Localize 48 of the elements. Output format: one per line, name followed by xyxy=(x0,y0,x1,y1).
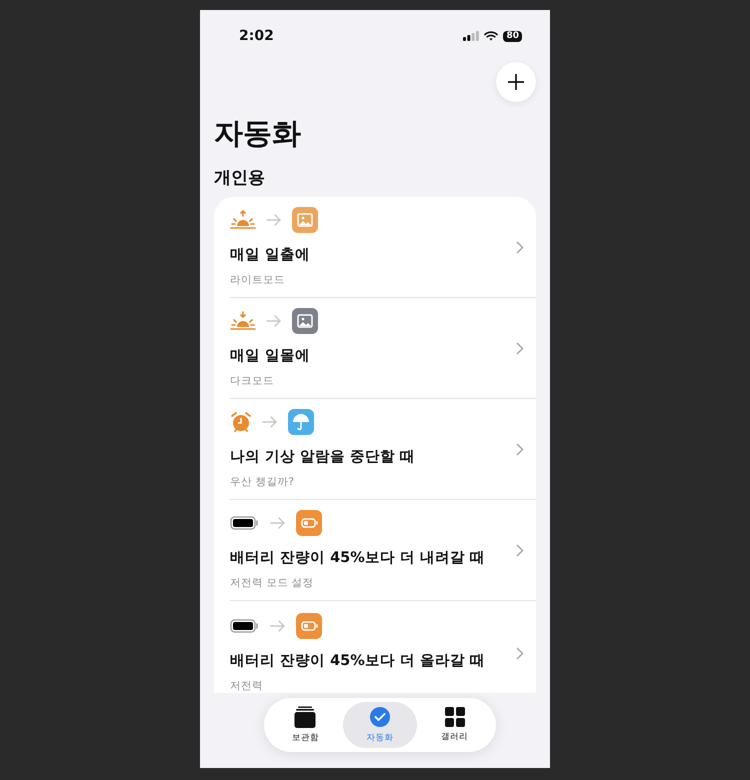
automation-subtitle: 다크모드 xyxy=(230,374,274,388)
chevron-right-icon[interactable] xyxy=(516,646,524,660)
automation-title: 매일 일몰에 xyxy=(230,347,312,365)
automation-row[interactable]: 나의 기상 알람을 중단할 때 우산 챙길까? xyxy=(214,399,536,500)
sunset-icon xyxy=(230,311,256,331)
chevron-right-icon[interactable] xyxy=(516,544,524,556)
automation-row[interactable]: 배터리 잔량이 45%보다 더 내려갈 때 저전력 모드 설정 xyxy=(214,500,536,601)
arrow-right-icon xyxy=(262,416,278,428)
umbrella-icon xyxy=(288,409,314,435)
automation-title: 배터리 잔량이 45%보다 더 내려갈 때 xyxy=(230,549,486,567)
sunrise-icon xyxy=(230,210,256,230)
automation-subtitle: 우산 챙길까? xyxy=(230,475,294,489)
battery-icon xyxy=(296,613,322,639)
automation-row[interactable]: 배터리 잔량이 45%보다 더 올라갈 때 저전력 xyxy=(214,601,536,693)
add-button[interactable] xyxy=(496,62,536,102)
grid-icon xyxy=(444,707,465,727)
page-title: 자동화 xyxy=(214,115,301,152)
plus-icon xyxy=(508,74,524,90)
stack-icon xyxy=(294,706,316,728)
automation-subtitle: 저전력 모드 설정 xyxy=(230,576,314,590)
arrow-right-icon xyxy=(266,214,282,226)
automation-title: 매일 일출에 xyxy=(230,246,312,264)
photo-icon xyxy=(292,308,318,334)
automation-title: 배터리 잔량이 45%보다 더 올라갈 때 xyxy=(230,652,486,670)
chevron-right-icon[interactable] xyxy=(516,442,524,456)
chevron-right-icon[interactable] xyxy=(516,342,524,354)
arrow-right-icon xyxy=(270,620,286,632)
battery-level: 80 xyxy=(503,30,522,42)
arrow-right-icon xyxy=(270,517,286,529)
tab[interactable]: 보관함 xyxy=(268,702,343,748)
checkmark-circle-icon xyxy=(369,706,391,728)
section-title: 개인용 xyxy=(214,167,266,189)
automation-subtitle: 라이트모드 xyxy=(230,273,285,287)
tab[interactable]: 갤러리 xyxy=(417,702,492,748)
automation-row[interactable]: 매일 일출에 라이트모드 xyxy=(214,197,536,298)
battery-icon xyxy=(230,619,260,633)
automation-title: 나의 기상 알람을 중단할 때 xyxy=(230,448,416,466)
chevron-right-icon[interactable] xyxy=(516,240,524,254)
alarm-clock-icon xyxy=(230,411,252,433)
automation-subtitle: 저전력 xyxy=(230,679,263,693)
battery-icon xyxy=(296,510,322,536)
wifi-icon xyxy=(484,31,498,41)
arrow-right-icon xyxy=(266,315,282,327)
automation-row[interactable]: 매일 일몰에 다크모드 xyxy=(214,298,536,399)
battery-icon xyxy=(230,516,260,530)
signal-icon xyxy=(463,31,480,41)
status-time: 2:02 xyxy=(239,28,274,44)
photo-icon xyxy=(292,207,318,233)
